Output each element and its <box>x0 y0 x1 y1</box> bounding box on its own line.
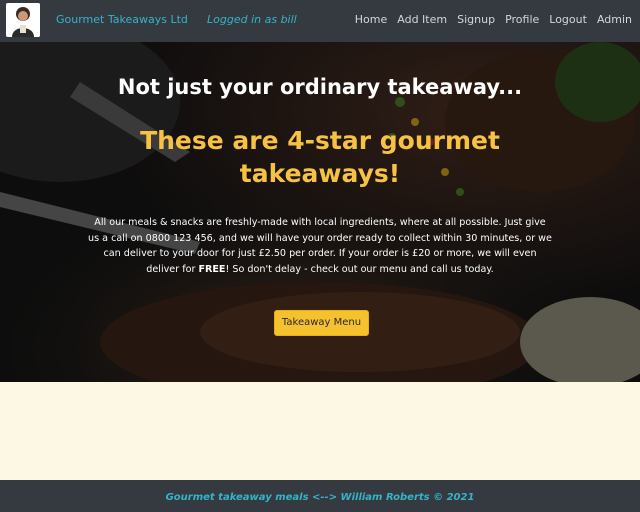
brand-link[interactable]: Gourmet Takeaways Ltd <box>56 13 188 26</box>
nav-menu: Home Add Item Signup Profile Logout Admi… <box>355 13 632 26</box>
blurb-bold-text: FREE <box>198 263 226 275</box>
nav-home[interactable]: Home <box>355 13 387 26</box>
blurb-text-end: ! So don't delay - check out our menu an… <box>225 263 494 275</box>
chef-logo-icon[interactable] <box>6 3 40 37</box>
footer-text: Gourmet takeaway meals <--> William Robe… <box>165 492 475 503</box>
nav-profile[interactable]: Profile <box>505 13 539 26</box>
footer: Gourmet takeaway meals <--> William Robe… <box>0 480 640 512</box>
hero-headline: These are 4-star gourmet takeaways! <box>140 126 500 188</box>
nav-admin[interactable]: Admin <box>597 13 632 26</box>
nav-add-item[interactable]: Add Item <box>397 13 447 26</box>
navbar: Gourmet Takeaways Ltd Logged in as bill … <box>0 0 640 42</box>
hero-banner: Not just your ordinary takeaway... These… <box>0 42 640 382</box>
takeaway-menu-button[interactable]: Takeaway Menu <box>274 310 369 336</box>
hero-content: Not just your ordinary takeaway... These… <box>0 42 640 382</box>
nav-logout[interactable]: Logout <box>549 13 587 26</box>
logged-in-status: Logged in as bill <box>207 13 297 26</box>
hero-tagline: Not just your ordinary takeaway... <box>117 75 523 99</box>
hero-description: All our meals & snacks are freshly-made … <box>88 215 552 277</box>
nav-signup[interactable]: Signup <box>457 13 495 26</box>
